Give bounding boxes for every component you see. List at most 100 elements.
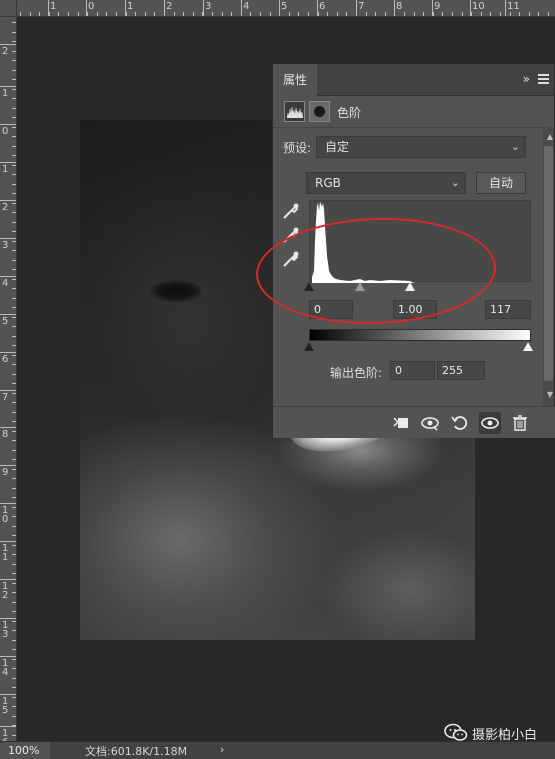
toggle-visibility-icon[interactable] bbox=[479, 412, 501, 434]
trash-icon[interactable] bbox=[509, 412, 531, 434]
scroll-down-arrow-icon[interactable]: ▼ bbox=[547, 390, 553, 399]
collapse-panel-icon[interactable]: » bbox=[523, 72, 530, 86]
ruler-top-label: 0 bbox=[88, 1, 95, 12]
ruler-major-tick bbox=[0, 238, 16, 239]
white-output-handle[interactable] bbox=[523, 342, 533, 351]
ruler-minor-tick bbox=[12, 288, 16, 289]
chevron-down-icon: ⌄ bbox=[510, 140, 520, 153]
ruler-minor-tick bbox=[12, 193, 16, 194]
ruler-minor-tick bbox=[12, 250, 16, 251]
ruler-minor-tick bbox=[12, 412, 16, 413]
ruler-minor-tick bbox=[12, 374, 16, 375]
ruler-minor-tick bbox=[12, 440, 16, 441]
ruler-minor-tick bbox=[241, 12, 242, 16]
ruler-minor-tick bbox=[135, 12, 136, 16]
ruler-minor-tick bbox=[68, 12, 69, 16]
ruler-minor-tick bbox=[12, 165, 16, 166]
ruler-minor-tick bbox=[12, 317, 16, 318]
ruler-minor-tick bbox=[183, 12, 184, 16]
preset-dropdown[interactable]: 自定 ⌄ bbox=[316, 136, 526, 158]
ruler-left-label: 2 bbox=[2, 46, 9, 57]
ruler-minor-tick bbox=[12, 564, 16, 565]
reset-icon[interactable] bbox=[449, 412, 471, 434]
ruler-minor-tick bbox=[452, 12, 453, 16]
ruler-left-label: 9 bbox=[2, 467, 9, 478]
scroll-up-arrow-icon[interactable]: ▲ bbox=[547, 132, 553, 141]
ruler-minor-tick bbox=[12, 22, 16, 23]
ruler-major-tick bbox=[0, 314, 16, 315]
ruler-major-tick bbox=[0, 541, 16, 542]
output-white-field[interactable]: 255 bbox=[437, 361, 485, 380]
wechat-logo-icon bbox=[444, 723, 468, 743]
channel-dropdown[interactable]: RGB ⌄ bbox=[306, 172, 466, 194]
vertical-ruler[interactable]: 2101234567891 01 11 21 31 41 51 6 bbox=[0, 17, 17, 748]
ruler-minor-tick bbox=[12, 212, 16, 213]
ruler-minor-tick bbox=[106, 12, 107, 16]
black-point-eyedropper-icon[interactable] bbox=[281, 201, 301, 221]
scrollbar-thumb[interactable] bbox=[544, 146, 553, 381]
ruler-top-label: 8 bbox=[396, 1, 403, 12]
tab-properties[interactable]: 属性 bbox=[273, 64, 317, 96]
layer-mask-icon[interactable] bbox=[309, 101, 330, 122]
ruler-minor-tick bbox=[12, 725, 16, 726]
ruler-minor-tick bbox=[12, 60, 16, 61]
ruler-minor-tick bbox=[145, 12, 146, 16]
ruler-top-label: 4 bbox=[243, 1, 250, 12]
ruler-minor-tick bbox=[12, 355, 16, 356]
clip-to-layer-icon[interactable] bbox=[391, 412, 413, 434]
ruler-top-label: 9 bbox=[434, 1, 441, 12]
ruler-minor-tick bbox=[12, 573, 16, 574]
ruler-left-label: 6 bbox=[2, 354, 9, 365]
ruler-minor-tick bbox=[510, 12, 511, 16]
ruler-minor-tick bbox=[12, 507, 16, 508]
ruler-minor-tick bbox=[250, 12, 251, 16]
ruler-minor-tick bbox=[12, 687, 16, 688]
ruler-minor-tick bbox=[12, 393, 16, 394]
status-menu-arrow[interactable]: › bbox=[220, 743, 224, 756]
ruler-minor-tick bbox=[548, 12, 549, 16]
zoom-level[interactable]: 100% bbox=[0, 742, 50, 759]
output-levels-slider[interactable] bbox=[304, 342, 533, 354]
ruler-minor-tick bbox=[12, 136, 16, 137]
ruler-minor-tick bbox=[12, 526, 16, 527]
ruler-minor-tick bbox=[423, 12, 424, 16]
ruler-major-tick bbox=[0, 656, 16, 657]
ruler-left-label: 1 1 bbox=[2, 543, 9, 563]
black-output-handle[interactable] bbox=[304, 342, 314, 351]
ruler-top-label: 5 bbox=[281, 1, 288, 12]
horizontal-ruler[interactable]: 1 0 1 2 3 4 5 6 7 8 9 10 11 bbox=[0, 0, 555, 17]
ruler-minor-tick bbox=[12, 231, 16, 232]
ruler-minor-tick bbox=[12, 697, 16, 698]
ruler-minor-tick bbox=[12, 127, 16, 128]
ruler-origin[interactable] bbox=[0, 0, 17, 17]
ruler-minor-tick bbox=[12, 478, 16, 479]
input-white-field[interactable]: 117 bbox=[485, 300, 531, 319]
output-black-field[interactable]: 0 bbox=[390, 361, 435, 380]
output-levels-label: 输出色阶: bbox=[330, 366, 383, 380]
ruler-minor-tick bbox=[12, 640, 16, 641]
chevron-down-icon: ⌄ bbox=[450, 176, 460, 189]
watermark-text: 摄影柏小白 bbox=[472, 728, 538, 743]
levels-adjustment-icon[interactable] bbox=[284, 101, 305, 122]
ruler-minor-tick bbox=[481, 12, 482, 16]
ruler-minor-tick bbox=[462, 12, 463, 16]
ruler-minor-tick bbox=[12, 649, 16, 650]
ruler-minor-tick bbox=[87, 12, 88, 16]
auto-button[interactable]: 自动 bbox=[476, 172, 526, 194]
view-previous-state-icon[interactable] bbox=[419, 412, 441, 434]
ruler-minor-tick bbox=[12, 184, 16, 185]
ruler-minor-tick bbox=[97, 12, 98, 16]
ruler-minor-tick bbox=[12, 488, 16, 489]
ruler-minor-tick bbox=[394, 12, 395, 16]
ruler-minor-tick bbox=[12, 155, 16, 156]
ruler-minor-tick bbox=[12, 583, 16, 584]
ruler-minor-tick bbox=[404, 12, 405, 16]
ruler-minor-tick bbox=[212, 12, 213, 16]
adjustment-header: 色阶 bbox=[273, 97, 543, 127]
ruler-minor-tick bbox=[12, 630, 16, 631]
ruler-minor-tick bbox=[298, 12, 299, 16]
ruler-major-tick bbox=[0, 276, 16, 277]
ruler-major-tick bbox=[0, 200, 16, 201]
ruler-minor-tick bbox=[529, 12, 530, 16]
panel-menu-icon[interactable] bbox=[538, 74, 549, 84]
